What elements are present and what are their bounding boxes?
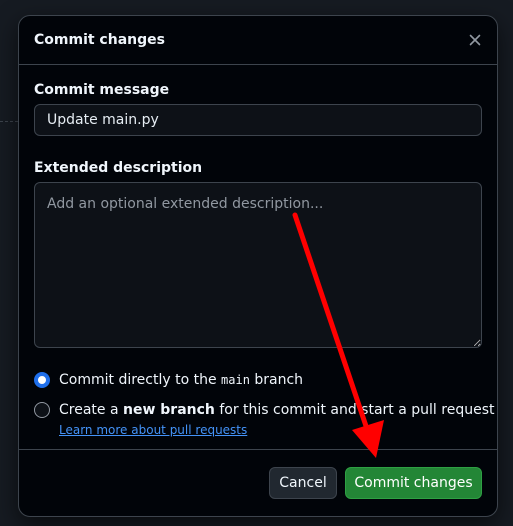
option-new-branch-label: Create a new branch for this commit and …: [59, 402, 495, 418]
commit-changes-button[interactable]: Commit changes: [345, 467, 482, 499]
branch-name: main: [221, 373, 250, 387]
commit-message-input[interactable]: [34, 104, 482, 136]
dialog-header: Commit changes: [19, 16, 497, 65]
learn-more-link[interactable]: Learn more about pull requests: [59, 423, 482, 437]
commit-dialog: Commit changes Commit message Extended d…: [18, 15, 498, 517]
radio-commit-direct[interactable]: [34, 372, 50, 388]
commit-message-label: Commit message: [34, 82, 170, 98]
close-icon[interactable]: [463, 28, 487, 52]
commit-target-options: Commit directly to the main branch Creat…: [34, 368, 494, 437]
option-commit-direct-label: Commit directly to the main branch: [59, 372, 304, 388]
dialog-body: Commit message Extended description Comm…: [19, 65, 497, 437]
option-commit-direct[interactable]: Commit directly to the main branch: [34, 368, 482, 392]
radio-new-branch[interactable]: [34, 402, 50, 418]
extended-description-label: Extended description: [34, 160, 203, 176]
backdrop-divider: [0, 121, 18, 122]
extended-description-textarea[interactable]: [34, 182, 482, 348]
option-new-branch[interactable]: Create a new branch for this commit and …: [34, 398, 494, 422]
dialog-title: Commit changes: [34, 32, 165, 48]
cancel-button[interactable]: Cancel: [269, 467, 337, 499]
dialog-footer: Cancel Commit changes: [19, 449, 497, 516]
